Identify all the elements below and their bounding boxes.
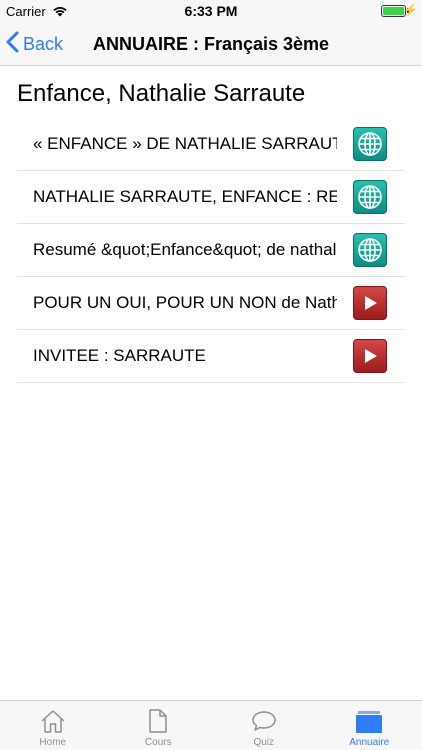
globe-icon[interactable] (353, 180, 387, 214)
list-item[interactable]: Resumé &quot;Enfance&quot; de nathalie s… (17, 224, 405, 277)
page-title: Enfance, Nathalie Sarraute (17, 80, 306, 107)
charging-bolt-icon: ⚡ (403, 3, 418, 17)
list-item-label: POUR UN OUI, POUR UN NON de Nathalie Sar… (33, 293, 337, 312)
status-bar: Carrier 6:33 PM ⚡ (0, 0, 422, 22)
list-item[interactable]: POUR UN OUI, POUR UN NON de Nathalie Sar… (17, 277, 405, 330)
tab-quiz[interactable]: Quiz (211, 701, 317, 750)
list-item-label: Resumé &quot;Enfance&quot; de nathalie s… (33, 240, 337, 259)
list-item[interactable]: « ENFANCE » DE NATHALIE SARRAUTE (17, 118, 405, 171)
globe-icon[interactable] (353, 233, 387, 267)
tab-label: Annuaire (349, 737, 390, 748)
speech-bubble-icon (251, 708, 277, 739)
house-icon (40, 708, 66, 739)
document-icon (147, 708, 169, 739)
tab-annuaire[interactable]: Annuaire (317, 701, 422, 750)
folder-icon (355, 708, 383, 739)
list-item-label: « ENFANCE » DE NATHALIE SARRAUTE (33, 134, 337, 153)
tab-cours[interactable]: Cours (106, 701, 212, 750)
tab-bar: Home Cours Quiz Annuaire (0, 700, 422, 750)
tab-label: Cours (144, 737, 172, 748)
list-item[interactable]: INVITEE : SARRAUTE (17, 330, 405, 383)
navigation-bar: Back ANNUAIRE : Français 3ème (0, 22, 422, 66)
clock: 6:33 PM (184, 3, 238, 19)
play-icon[interactable] (353, 339, 387, 373)
globe-icon[interactable] (353, 127, 387, 161)
nav-title: ANNUAIRE : Français 3ème (92, 34, 330, 54)
tab-label: Home (39, 737, 67, 748)
tab-label: Quiz (253, 737, 275, 748)
list-item-label: NATHALIE SARRAUTE, ENFANCE : RESUME (33, 187, 337, 206)
list-item-label: INVITEE : SARRAUTE (33, 346, 206, 365)
tab-home[interactable]: Home (0, 701, 106, 750)
play-icon[interactable] (353, 286, 387, 320)
resource-list: « ENFANCE » DE NATHALIE SARRAUTE NATHALI… (17, 118, 405, 383)
list-item[interactable]: NATHALIE SARRAUTE, ENFANCE : RESUME (17, 171, 405, 224)
